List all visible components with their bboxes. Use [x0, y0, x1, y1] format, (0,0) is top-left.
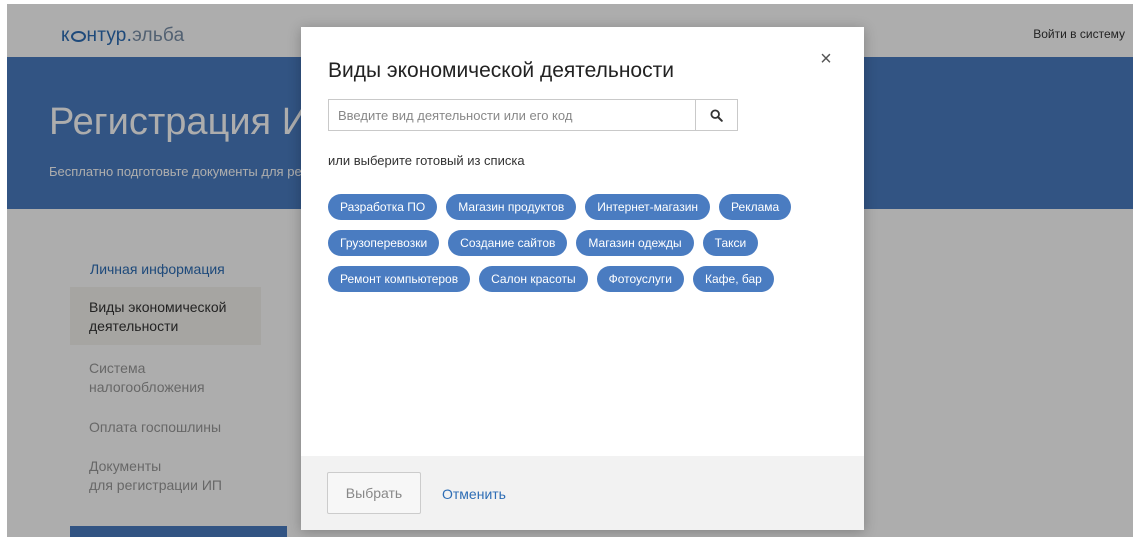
search-input[interactable] [329, 100, 695, 130]
choose-from-list-label: или выберите готовый из списка [328, 153, 525, 168]
tag-cafe-bar[interactable]: Кафе, бар [693, 266, 774, 292]
tag-row: Грузоперевозки Создание сайтов Магазин о… [328, 230, 828, 256]
search-button[interactable] [695, 100, 737, 130]
tag-photo-services[interactable]: Фотоуслуги [596, 266, 684, 292]
tag-row: Ремонт компьютеров Салон красоты Фотоусл… [328, 266, 828, 292]
tag-row: Разработка ПО Магазин продуктов Интернет… [328, 194, 828, 220]
tag-beauty-salon[interactable]: Салон красоты [479, 266, 588, 292]
tag-taxi[interactable]: Такси [702, 230, 759, 256]
activity-types-modal: Виды экономической деятельности × или вы… [301, 27, 864, 530]
preset-activity-tags: Разработка ПО Магазин продуктов Интернет… [328, 194, 828, 302]
search-icon [710, 108, 723, 122]
close-icon[interactable]: × [816, 49, 836, 69]
tag-computer-repair[interactable]: Ремонт компьютеров [328, 266, 471, 292]
top-edge [0, 0, 1133, 4]
tag-freight-transport[interactable]: Грузоперевозки [328, 230, 440, 256]
tag-online-store[interactable]: Интернет-магазин [585, 194, 711, 220]
search-field [328, 99, 738, 131]
tag-clothing-store[interactable]: Магазин одежды [576, 230, 694, 256]
select-button[interactable]: Выбрать [327, 472, 421, 514]
tag-grocery-store[interactable]: Магазин продуктов [446, 194, 577, 220]
left-edge [0, 0, 7, 537]
tag-software-development[interactable]: Разработка ПО [328, 194, 438, 220]
modal-title: Виды экономической деятельности [328, 59, 674, 82]
modal-footer: Выбрать Отменить [301, 456, 864, 530]
tag-advertising[interactable]: Реклама [719, 194, 792, 220]
cancel-link[interactable]: Отменить [442, 486, 506, 502]
tag-website-creation[interactable]: Создание сайтов [448, 230, 568, 256]
